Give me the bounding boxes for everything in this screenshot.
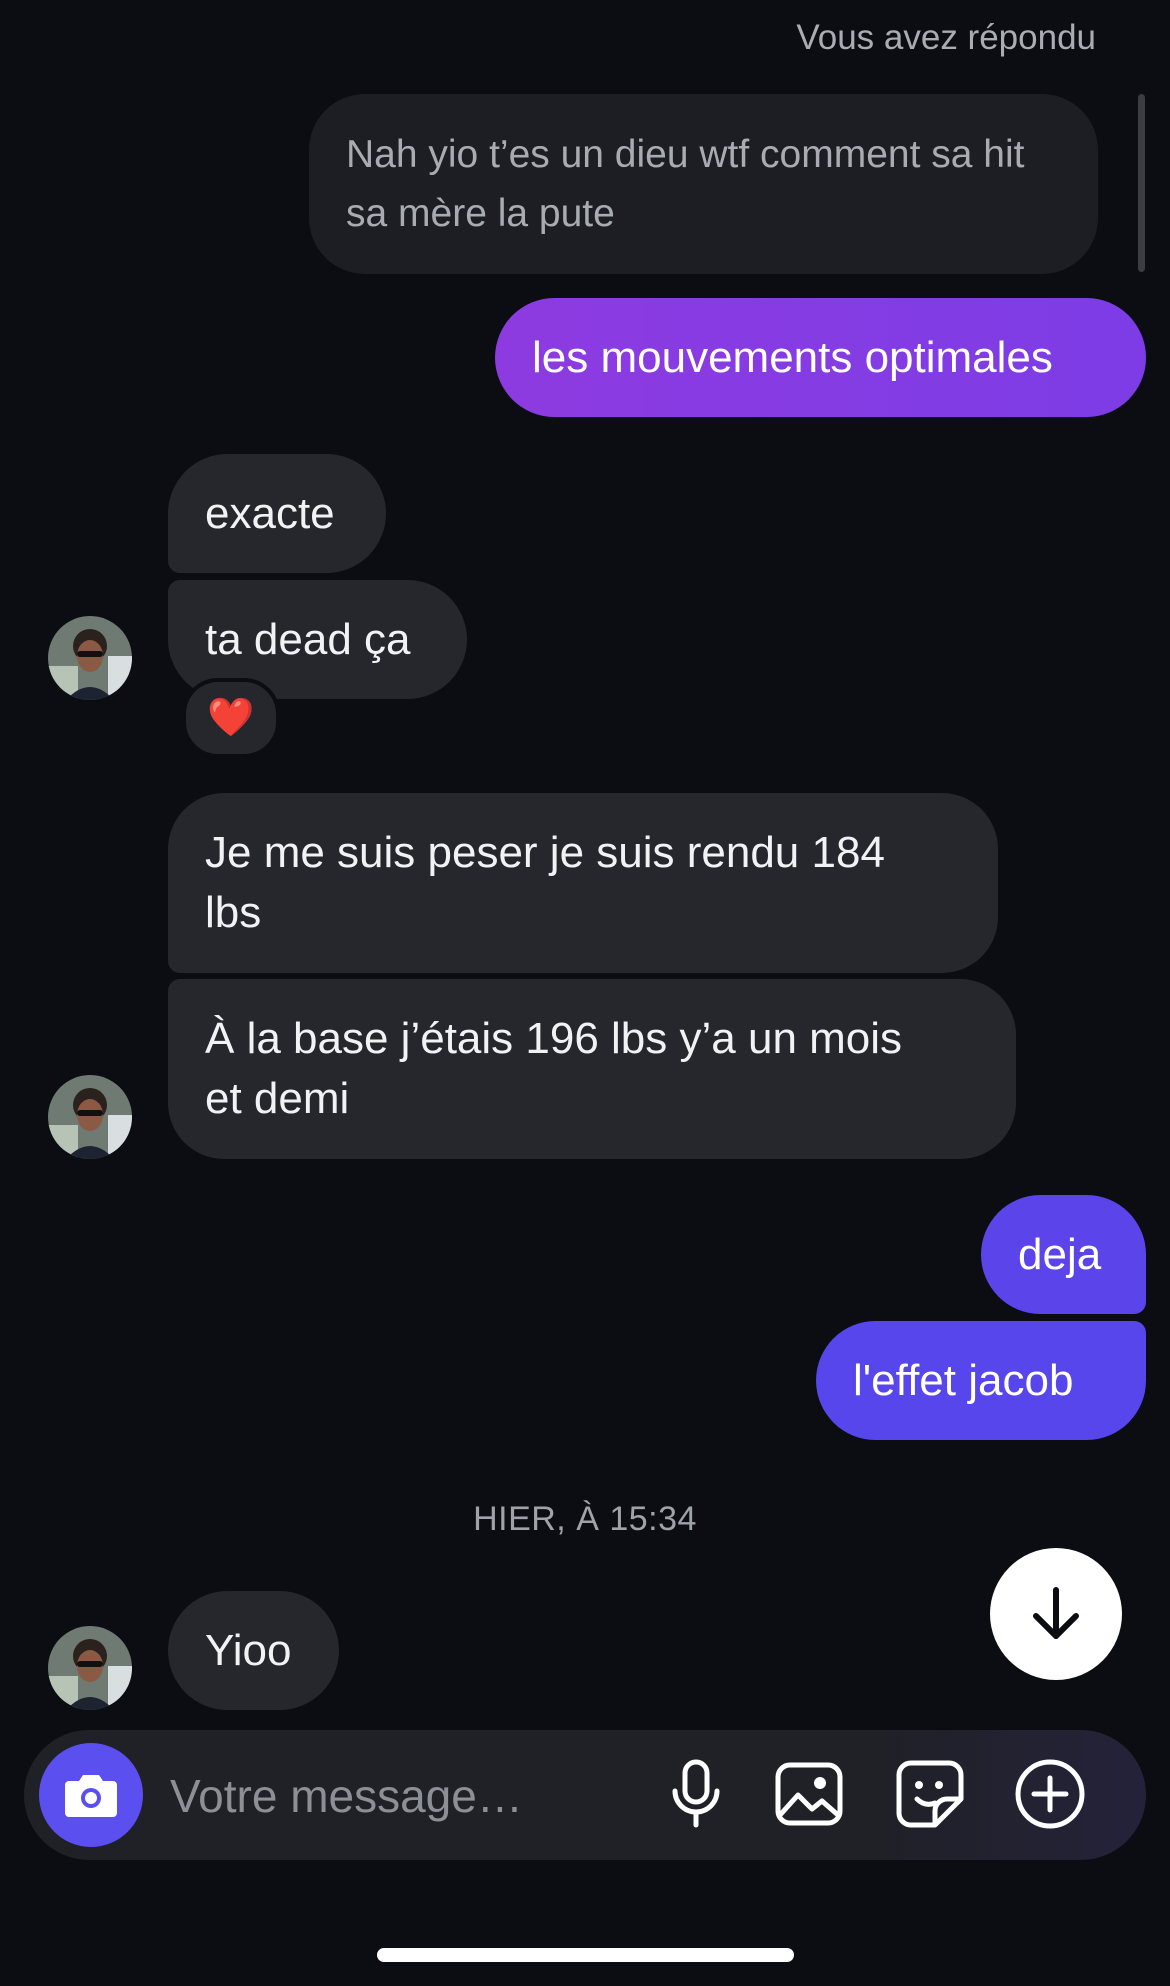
heart-reaction-emoji: ❤️ [207,697,255,739]
scrollbar[interactable] [1138,94,1145,272]
home-indicator[interactable] [377,1948,794,1962]
reply-context-label: Vous avez répondu [796,18,1096,57]
message-input[interactable] [168,1755,642,1837]
avatar-image [48,1075,132,1159]
microphone-button[interactable] [654,1752,738,1836]
incoming-message[interactable]: Yioo [168,1591,339,1710]
contact-avatar[interactable] [48,1626,132,1710]
heart-reaction[interactable]: ❤️ [182,678,280,758]
sticker-button[interactable] [888,1752,972,1836]
contact-avatar[interactable] [48,616,132,700]
outgoing-message[interactable]: deja [981,1195,1146,1314]
outgoing-message[interactable]: les mouvements optimales [495,298,1146,417]
scroll-to-bottom-button[interactable] [990,1548,1122,1680]
outgoing-message[interactable]: l'effet jacob [816,1321,1146,1440]
avatar-image [48,616,132,700]
contact-avatar[interactable] [48,1075,132,1159]
incoming-message[interactable]: À la base j’étais 196 lbs y’a un mois et… [168,979,1016,1159]
camera-icon [65,1775,117,1817]
quoted-message-bubble[interactable]: Nah yio t’es un dieu wtf comment sa hit … [309,94,1098,274]
more-button[interactable] [1008,1752,1092,1836]
gallery-button[interactable] [767,1752,851,1836]
date-separator: HIER, À 15:34 [473,1500,697,1538]
camera-button[interactable] [39,1743,143,1847]
incoming-message[interactable]: exacte [168,454,386,573]
plus-circle-icon [1015,1759,1085,1829]
avatar-image [48,1626,132,1710]
arrow-down-icon [1033,1587,1079,1639]
image-icon [775,1762,843,1826]
sticker-icon [896,1760,964,1828]
microphone-icon [672,1759,720,1828]
incoming-message[interactable]: Je me suis peser je suis rendu 184 lbs [168,793,998,973]
